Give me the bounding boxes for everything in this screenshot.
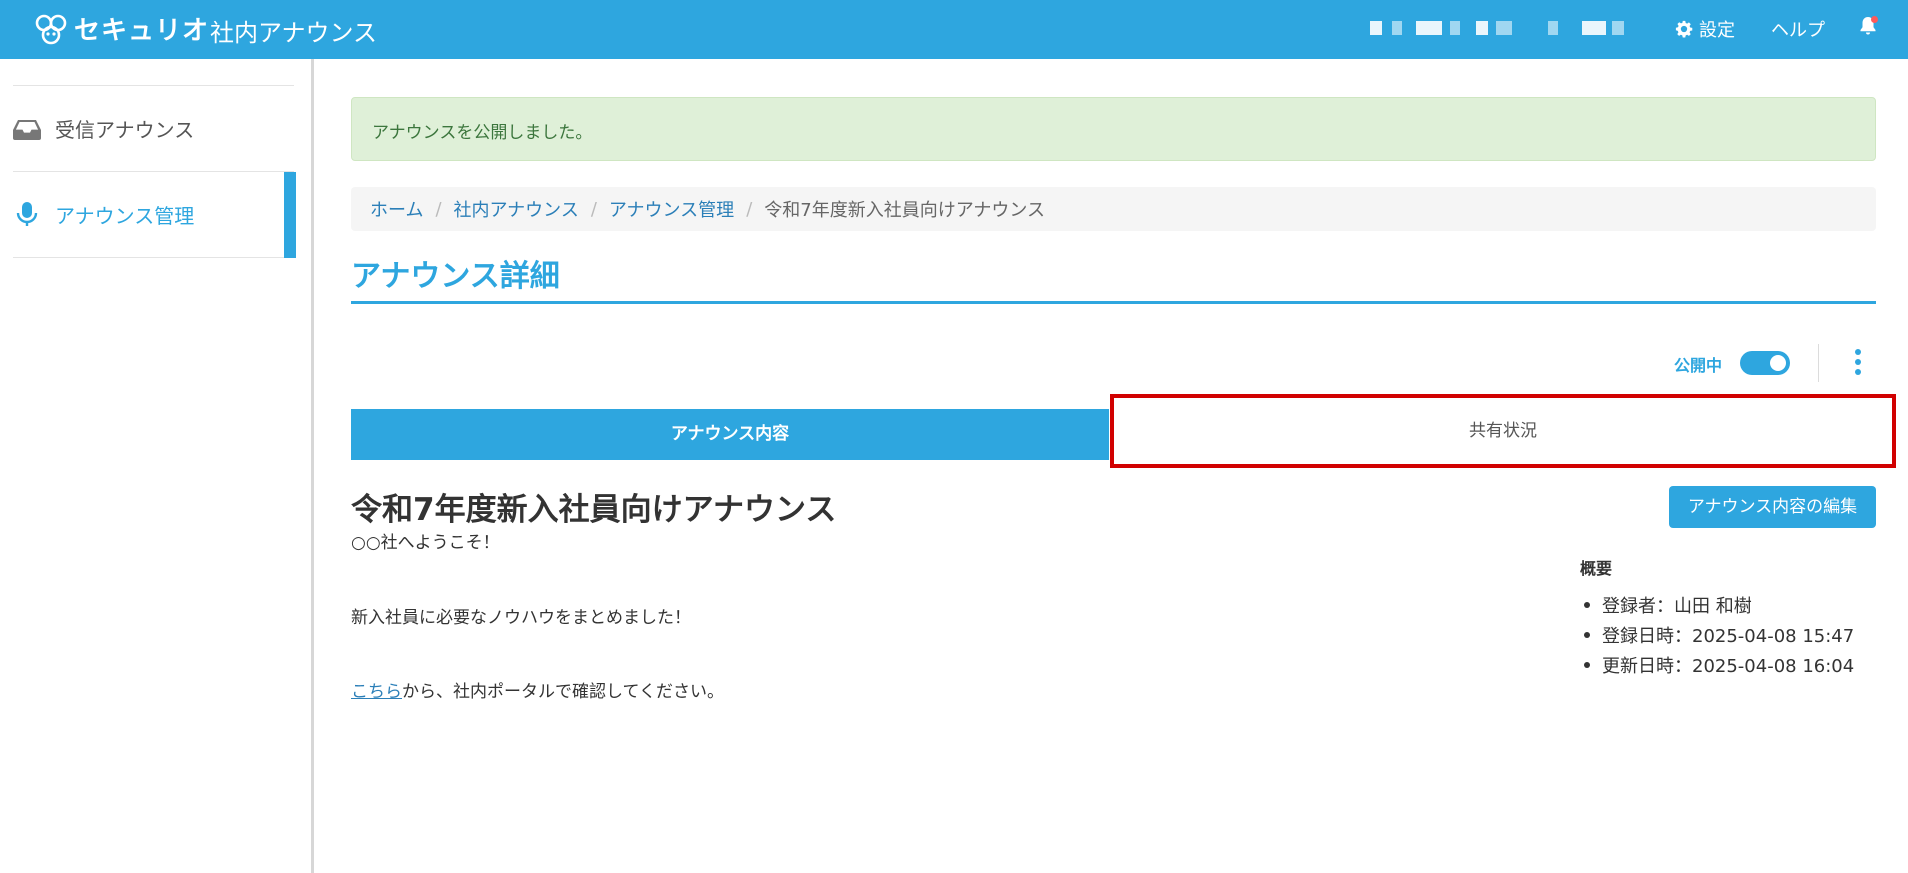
announcement-body-line: こちらから、社内ポータルで確認してください。 [351, 677, 724, 702]
announcement-title: 令和7年度新入社員向けアナウンス [351, 492, 837, 528]
summary-title: 概要 [1580, 559, 1613, 578]
breadcrumb-announcement-management[interactable]: アナウンス管理 [609, 196, 734, 222]
tab-sharing-status[interactable]: 共有状況 [1110, 394, 1896, 468]
toolbar-divider [1818, 344, 1819, 382]
help-link[interactable]: ヘルプ [1771, 16, 1825, 42]
edit-announcement-button[interactable]: アナウンス内容の編集 [1669, 486, 1876, 528]
breadcrumb-separator: / [435, 198, 442, 220]
summary-item-registered-at: 登録日時：2025-04-08 15:47 [1580, 620, 1854, 650]
tab-announcement-content[interactable]: アナウンス内容 [351, 409, 1109, 460]
announcement-body-line: ○○社へようこそ！ [351, 533, 500, 553]
summary-list: 登録者：山田 和樹 登録日時：2025-04-08 15:47 更新日時：202… [1580, 590, 1854, 680]
title-underline [351, 301, 1876, 304]
notifications-button[interactable] [1859, 16, 1878, 40]
inbox-icon [13, 119, 41, 140]
microphone-icon [16, 201, 38, 226]
summary-item-registrant: 登録者：山田 和樹 [1580, 590, 1854, 620]
top-header: セキュリオ 社内アナウンス 設定 ヘルプ [0, 0, 1908, 59]
breadcrumb-separator: / [590, 198, 597, 220]
breadcrumb-home[interactable]: ホーム [370, 196, 423, 222]
page-title: アナウンス詳細 [351, 259, 560, 294]
kebab-dot-icon [1855, 349, 1861, 355]
breadcrumb-current: 令和7年度新入社員向けアナウンス [764, 200, 1045, 221]
toggle-knob [1770, 355, 1786, 371]
brand-logo[interactable]: セキュリオ [34, 10, 209, 47]
breadcrumb: ホーム / 社内アナウンス / アナウンス管理 / 令和7年度新入社員向けアナウ… [351, 187, 1876, 231]
brand-name: セキュリオ [74, 16, 210, 46]
sidebar-item-received[interactable]: 受信アナウンス [13, 86, 296, 171]
secured-logo-icon [35, 14, 67, 44]
sidebar-item-announcement-management[interactable]: アナウンス管理 [13, 172, 296, 257]
gear-icon [1675, 20, 1693, 38]
sidebar: 受信アナウンス アナウンス管理 [0, 59, 314, 873]
sidebar-divider [13, 257, 294, 258]
publish-toggle[interactable] [1740, 351, 1790, 375]
publish-status-label: 公開中 [1674, 356, 1723, 375]
sidebar-item-label: アナウンス管理 [55, 204, 195, 228]
kebab-dot-icon [1855, 359, 1861, 365]
settings-link[interactable]: 設定 [1675, 16, 1735, 42]
app-title: 社内アナウンス [210, 19, 378, 47]
portal-link[interactable]: こちら [351, 682, 402, 702]
kebab-dot-icon [1855, 369, 1861, 375]
summary-item-updated-at: 更新日時：2025-04-08 16:04 [1580, 650, 1854, 680]
more-options-button[interactable] [1852, 349, 1864, 375]
announcement-body-line: 新入社員に必要なノウハウをまとめました！ [351, 608, 691, 628]
notification-badge [1871, 16, 1878, 23]
success-alert: アナウンスを公開しました。 [351, 97, 1876, 161]
sidebar-active-indicator [284, 172, 296, 258]
announcement-body-text: から、社内ポータルで確認してください。 [402, 682, 724, 702]
settings-label: 設定 [1699, 20, 1735, 41]
sidebar-item-label: 受信アナウンス [55, 118, 195, 142]
breadcrumb-internal-announcement[interactable]: 社内アナウンス [454, 196, 579, 222]
breadcrumb-separator: / [746, 198, 753, 220]
